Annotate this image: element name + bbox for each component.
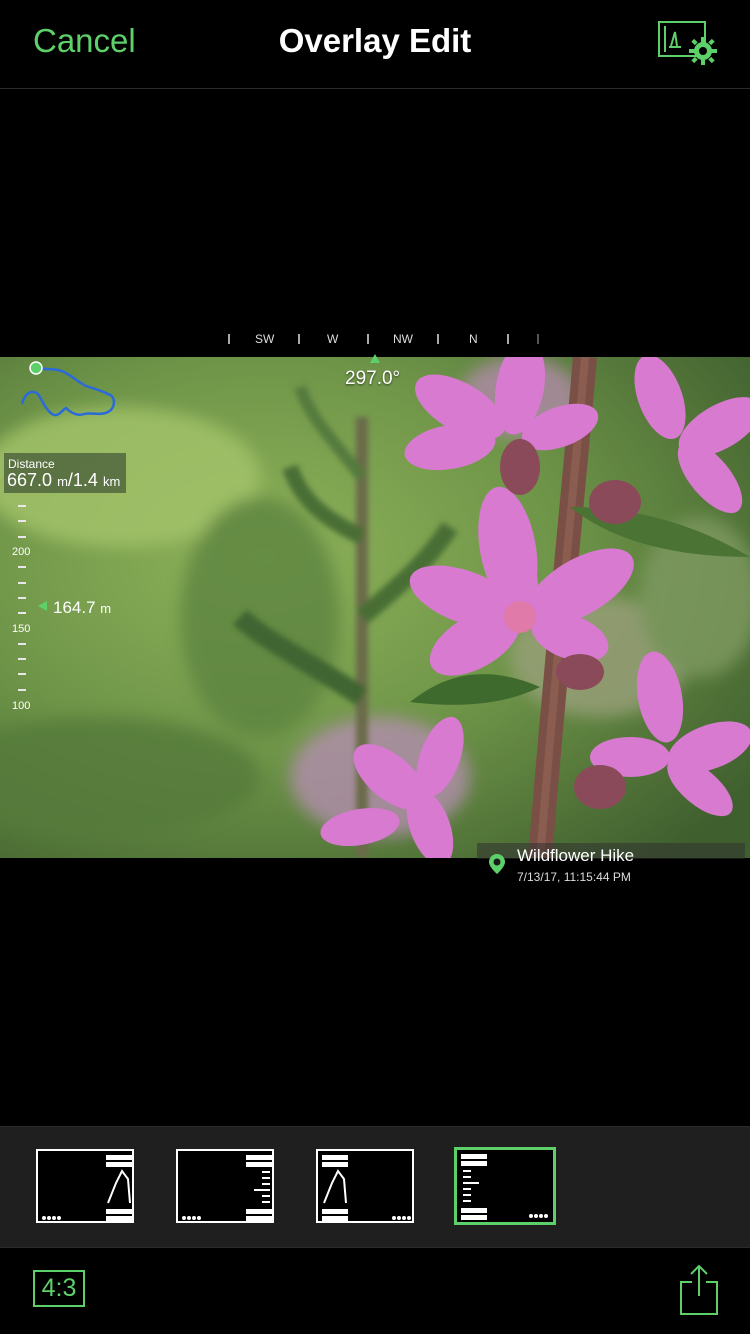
altitude-label-200: 200 <box>12 546 31 558</box>
location-pin-icon <box>488 853 506 875</box>
heading-value: 297.0° <box>345 368 401 389</box>
aspect-ratio-button[interactable]: 4:3 <box>33 1270 85 1307</box>
heading-marker-icon <box>370 354 380 363</box>
altitude-tick <box>18 520 26 522</box>
compass-label-w: W <box>327 332 339 346</box>
compass-tick <box>228 334 230 344</box>
photo-preview <box>0 357 750 858</box>
distance-unit: m <box>57 474 68 489</box>
overlay-settings-gear-icon[interactable] <box>655 18 719 68</box>
altitude-label-100: 100 <box>12 700 31 712</box>
compass-tick <box>437 334 439 344</box>
compass-tick <box>507 334 509 344</box>
altitude-tick <box>18 536 26 538</box>
altitude-tick <box>18 582 26 584</box>
compass-tick <box>537 334 539 344</box>
location-datetime: 7/13/17, 11:15:44 PM <box>517 870 631 884</box>
compass-label-sw: SW <box>255 332 275 346</box>
template-option-4-selected[interactable] <box>454 1147 556 1225</box>
nav-bar: Cancel Overlay Edit <box>0 0 750 89</box>
altitude-tick <box>18 505 26 507</box>
altitude-tick <box>18 673 26 675</box>
altitude-value: 164.7 m <box>53 598 111 618</box>
altitude-tick <box>18 597 26 599</box>
altitude-label-150: 150 <box>12 623 31 635</box>
distance-total: /1.4 <box>67 470 98 490</box>
template-option-2[interactable] <box>176 1149 274 1223</box>
distance-total-unit: km <box>102 474 121 489</box>
compass-tick <box>367 334 369 344</box>
altitude-tick <box>18 612 26 614</box>
altitude-number: 164.7 <box>53 598 96 617</box>
compass-strip: SW W NW N <box>215 330 555 350</box>
compass-label-nw: NW <box>393 332 413 346</box>
distance-label: Distance <box>8 457 55 471</box>
altitude-unit: m <box>100 601 112 616</box>
altitude-tick <box>18 689 26 691</box>
compass-tick <box>298 334 300 344</box>
share-icon[interactable] <box>678 1264 720 1316</box>
compass-label-n: N <box>469 332 478 346</box>
distance-current: 667.0 <box>7 470 53 490</box>
template-option-3[interactable] <box>316 1149 414 1223</box>
route-map-trace <box>12 360 122 426</box>
altitude-tick <box>18 658 26 660</box>
page-title: Overlay Edit <box>278 22 472 59</box>
template-option-1[interactable] <box>36 1149 134 1223</box>
altitude-tick <box>18 566 26 568</box>
location-name: Wildflower Hike <box>517 846 635 865</box>
altitude-tick <box>18 643 26 645</box>
distance-value: 667.0 m/1.4 km <box>7 470 120 491</box>
altitude-marker-icon <box>38 601 47 611</box>
